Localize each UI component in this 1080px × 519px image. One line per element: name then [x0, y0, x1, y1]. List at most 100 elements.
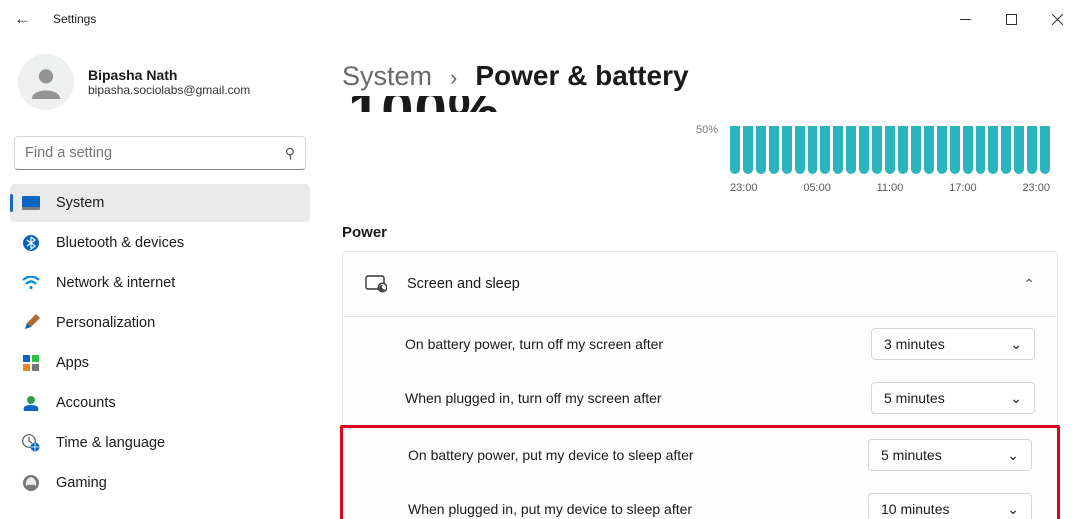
avatar	[18, 54, 74, 110]
screen-battery-dropdown[interactable]: 3 minutes ⌄	[871, 328, 1035, 360]
chart-bar	[782, 126, 792, 174]
sidebar-item-label: Network & internet	[56, 275, 175, 291]
setting-label: On battery power, turn off my screen aft…	[405, 336, 855, 352]
search-input[interactable]	[25, 145, 285, 161]
clock-globe-icon	[22, 434, 40, 452]
maximize-button[interactable]	[988, 3, 1034, 35]
nav-list: System Bluetooth & devices Network & int…	[6, 184, 314, 502]
dropdown-value: 5 minutes	[881, 447, 942, 463]
setting-label: When plugged in, put my device to sleep …	[408, 501, 852, 517]
sidebar-item-label: Accounts	[56, 395, 116, 411]
wifi-icon	[22, 274, 40, 292]
main-content: System › Power & battery 100% 50% 23:00 0…	[320, 38, 1080, 519]
sidebar-item-network[interactable]: Network & internet	[10, 264, 310, 302]
chart-bar	[795, 126, 805, 174]
sidebar-item-accounts[interactable]: Accounts	[10, 384, 310, 422]
search-field[interactable]: ⚲	[14, 136, 306, 170]
close-button[interactable]	[1034, 3, 1080, 35]
search-icon: ⚲	[284, 144, 296, 162]
gaming-icon	[22, 474, 40, 492]
chart-y-label: 50%	[696, 124, 718, 136]
chart-bar	[911, 126, 921, 174]
dropdown-value: 3 minutes	[884, 336, 945, 352]
chevron-up-icon: ⌃	[1023, 276, 1035, 293]
chart-bar	[769, 126, 779, 174]
profile-name: Bipasha Nath	[88, 67, 250, 83]
chevron-right-icon: ›	[450, 65, 457, 91]
screen-sleep-card: Screen and sleep ⌃ On battery power, tur…	[342, 251, 1058, 519]
dropdown-value: 5 minutes	[884, 390, 945, 406]
apps-icon	[22, 354, 40, 372]
battery-level-truncated: 100%	[342, 96, 1058, 112]
breadcrumb: System › Power & battery	[342, 60, 1058, 92]
sidebar-item-gaming[interactable]: Gaming	[10, 464, 310, 502]
chart-bar	[872, 126, 882, 174]
chart-bar	[950, 126, 960, 174]
chart-bar	[859, 126, 869, 174]
dropdown-value: 10 minutes	[881, 501, 949, 517]
screen-sleep-icon	[365, 273, 387, 295]
chart-bar	[1040, 126, 1050, 174]
sidebar-item-label: Time & language	[56, 435, 165, 451]
chevron-down-icon: ⌄	[1010, 390, 1022, 407]
sleep-plugged-dropdown[interactable]: 10 minutes ⌄	[868, 493, 1032, 519]
setting-row-screen-plugged: When plugged in, turn off my screen afte…	[343, 371, 1057, 425]
chevron-down-icon: ⌄	[1007, 501, 1019, 518]
account-icon	[22, 394, 40, 412]
x-axis-label: 23:00	[1022, 182, 1050, 194]
x-axis-label: 17:00	[949, 182, 977, 194]
display-icon	[22, 194, 40, 212]
profile-email: bipasha.sociolabs@gmail.com	[88, 83, 250, 97]
setting-label: On battery power, put my device to sleep…	[408, 447, 852, 463]
setting-row-sleep-plugged: When plugged in, put my device to sleep …	[346, 482, 1054, 519]
chart-bar	[976, 126, 986, 174]
minimize-button[interactable]	[942, 3, 988, 35]
chart-bar	[730, 126, 740, 174]
setting-row-screen-battery: On battery power, turn off my screen aft…	[343, 317, 1057, 371]
chart-bar	[846, 126, 856, 174]
battery-usage-chart: 50% 23:0005:0011:0017:0023:00	[730, 126, 1050, 194]
chart-bar	[743, 126, 753, 174]
chart-bar	[820, 126, 830, 174]
person-icon	[29, 65, 63, 99]
window-title: Settings	[53, 12, 96, 26]
screen-sleep-header[interactable]: Screen and sleep ⌃	[343, 252, 1057, 316]
card-title: Screen and sleep	[407, 276, 1003, 292]
setting-row-sleep-battery: On battery power, put my device to sleep…	[346, 428, 1054, 482]
chart-bar	[833, 126, 843, 174]
bluetooth-icon	[22, 234, 40, 252]
chart-bar	[885, 126, 895, 174]
chart-bar	[756, 126, 766, 174]
chart-bar	[1014, 126, 1024, 174]
sidebar-item-label: Personalization	[56, 315, 155, 331]
chart-bar	[1027, 126, 1037, 174]
sidebar-item-apps[interactable]: Apps	[10, 344, 310, 382]
brush-icon	[22, 314, 40, 332]
chart-bar	[988, 126, 998, 174]
highlight-box: On battery power, put my device to sleep…	[340, 425, 1060, 519]
breadcrumb-parent[interactable]: System	[342, 61, 432, 92]
screen-plugged-dropdown[interactable]: 5 minutes ⌄	[871, 382, 1035, 414]
chart-bar	[924, 126, 934, 174]
profile-block[interactable]: Bipasha Nath bipasha.sociolabs@gmail.com	[6, 44, 314, 130]
window-controls	[942, 3, 1080, 35]
sidebar-item-personalization[interactable]: Personalization	[10, 304, 310, 342]
chart-bar	[808, 126, 818, 174]
chevron-down-icon: ⌄	[1007, 447, 1019, 464]
sidebar-item-system[interactable]: System	[10, 184, 310, 222]
chevron-down-icon: ⌄	[1010, 336, 1022, 353]
chart-bar	[937, 126, 947, 174]
titlebar: ← Settings	[0, 0, 1080, 38]
section-title: Power	[342, 224, 1058, 241]
sidebar-item-bluetooth[interactable]: Bluetooth & devices	[10, 224, 310, 262]
chart-bar	[963, 126, 973, 174]
chart-bar	[1001, 126, 1011, 174]
x-axis-label: 05:00	[803, 182, 831, 194]
sleep-battery-dropdown[interactable]: 5 minutes ⌄	[868, 439, 1032, 471]
sidebar-item-time-language[interactable]: Time & language	[10, 424, 310, 462]
back-button[interactable]: ←	[14, 9, 31, 29]
sidebar-item-label: Apps	[56, 355, 89, 371]
sidebar-item-label: System	[56, 195, 104, 211]
sidebar: Bipasha Nath bipasha.sociolabs@gmail.com…	[0, 38, 320, 519]
sidebar-item-label: Bluetooth & devices	[56, 235, 184, 251]
